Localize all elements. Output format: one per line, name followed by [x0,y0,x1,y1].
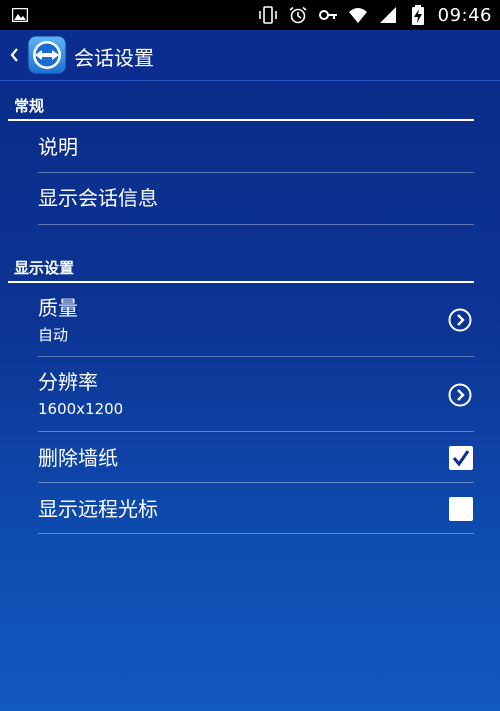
divider [38,431,474,432]
page-title: 会话设置 [74,46,154,70]
divider [38,224,474,225]
status-time: 09:46 [437,4,492,26]
item-subtitle: 1600x1200 [38,400,124,418]
section-divider [8,119,474,121]
divider [38,356,474,357]
item-title: 质量 [38,296,78,320]
list-item-show-remote-cursor[interactable]: 显示远程光标 [38,497,474,521]
chevron-right-circle-icon[interactable] [448,308,472,332]
item-subtitle: 自动 [38,326,69,344]
checkmark-icon [452,450,470,467]
item-title: 删除墙纸 [38,446,118,470]
signal-icon [378,6,398,24]
section-divider [8,281,474,283]
item-title: 显示远程光标 [38,497,158,521]
list-item-resolution[interactable]: 分辨率 1600x1200 [38,370,474,418]
image-icon [11,7,29,23]
divider [38,482,474,483]
list-item-remove-wallpaper[interactable]: 删除墙纸 [38,446,474,470]
list-item-show-session-info[interactable]: 显示会话信息 [38,186,474,210]
list-item-quality[interactable]: 质量 自动 [38,296,474,344]
remove-wallpaper-checkbox[interactable] [449,446,473,470]
item-title: 分辨率 [38,370,98,394]
back-chevron-icon[interactable] [8,44,20,66]
item-title: 显示会话信息 [38,186,158,210]
divider [38,172,474,173]
show-remote-cursor-checkbox[interactable] [449,497,473,521]
alarm-icon [288,6,308,24]
divider [38,533,474,534]
key-icon [318,6,338,24]
section-header-display: 显示设置 [14,259,75,277]
item-title: 说明 [38,135,78,159]
status-bar: 09:46 [0,0,500,30]
vibrate-icon [258,6,278,24]
chevron-right-circle-icon[interactable] [448,383,472,407]
list-item-description[interactable]: 说明 [38,135,474,159]
teamviewer-logo-icon[interactable] [26,33,68,77]
section-header-general: 常规 [14,97,45,115]
battery-charging-icon [408,5,428,25]
action-bar: 会话设置 [0,30,500,81]
wifi-icon [348,6,368,24]
